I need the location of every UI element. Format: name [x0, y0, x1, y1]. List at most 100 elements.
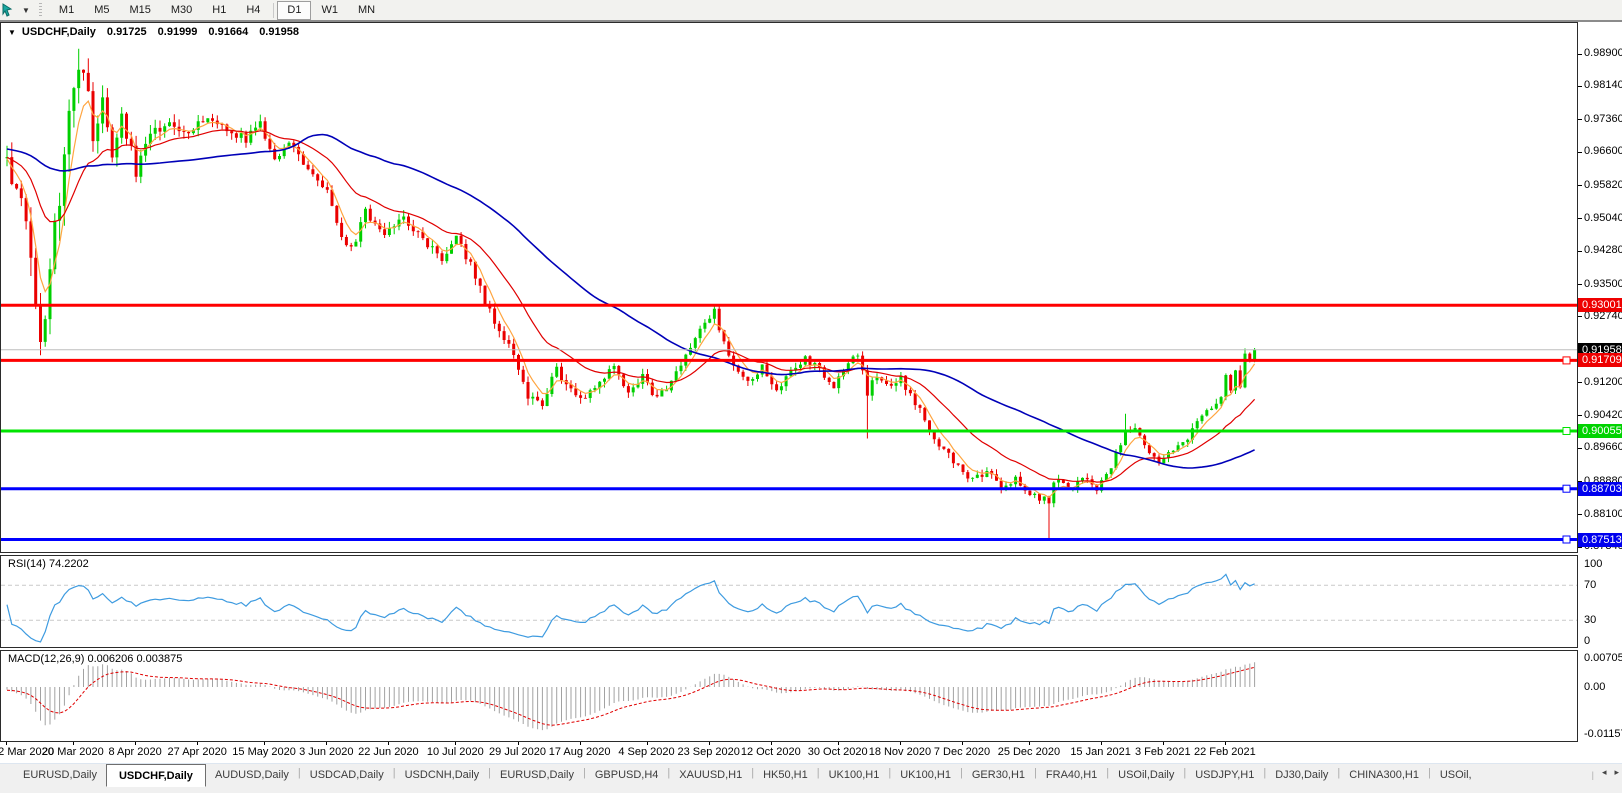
date-tick-mark: [135, 742, 136, 745]
chart-tab-china300-h1[interactable]: CHINA300,H1: [1340, 765, 1428, 785]
chart-tab-fra40-h1[interactable]: FRA40,H1: [1037, 765, 1106, 785]
timeframe-button-D1[interactable]: D1: [277, 1, 311, 20]
timeframe-button-M5[interactable]: M5: [84, 1, 119, 20]
date-label: 22 Jun 2020: [358, 746, 419, 758]
timeframe-button-M30[interactable]: M30: [161, 1, 202, 20]
timeframe-button-H4[interactable]: H4: [236, 1, 270, 20]
chart-ohlc-title: ▼ USDCHF,Daily 0.91725 0.91999 0.91664 0…: [8, 26, 299, 38]
macd-level-label--0.011573: -0.011573: [1584, 728, 1622, 741]
timeframe-buttons: M1M5M15M30H1H4 D1W1MN: [49, 1, 385, 20]
date-tick-mark: [6, 742, 7, 745]
price-tick-mark: [1578, 547, 1582, 548]
collapse-triangle-icon[interactable]: ▼: [8, 28, 16, 37]
chart-tab-dj30-daily[interactable]: DJ30,Daily: [1266, 765, 1337, 785]
line-handle[interactable]: [1563, 485, 1570, 492]
symbol-period-label: USDCHF,Daily: [22, 26, 96, 38]
chart-tab-usdcad-daily[interactable]: USDCAD,Daily: [301, 765, 393, 785]
date-tick-mark: [1101, 742, 1102, 745]
down-candle-bodies: [10, 70, 1251, 504]
price-marker-0.90055: 0.90055: [1578, 424, 1622, 438]
date-tick-mark: [326, 742, 327, 745]
moving-average-ema5[interactable]: [7, 101, 1255, 497]
date-label: 3 Jun 2020: [299, 746, 353, 758]
tab-scroll-right-icon[interactable]: ▸: [1614, 767, 1619, 780]
price-tick-label: 0.98140: [1584, 79, 1622, 92]
price-tick-label: 0.89660: [1584, 441, 1622, 454]
tab-divider: |: [1592, 770, 1594, 780]
date-tick-mark: [264, 742, 265, 745]
date-label: 7 Dec 2020: [934, 746, 990, 758]
date-tick-mark: [580, 742, 581, 745]
macd-label: MACD(12,26,9) 0.006206 0.003875: [8, 653, 182, 665]
date-label: 20 Mar 2020: [42, 746, 104, 758]
price-chart-panel[interactable]: [0, 22, 1578, 553]
close-value: 0.91958: [259, 26, 299, 38]
chart-tab-usoil-daily[interactable]: USOil,Daily: [1109, 765, 1183, 785]
timeframe-button-MN[interactable]: MN: [348, 1, 385, 20]
price-tick-label: 0.93500: [1584, 278, 1622, 291]
price-tick-label: 0.98900: [1584, 47, 1622, 60]
macd-plot: [1, 651, 1577, 741]
price-tick-mark: [1578, 185, 1582, 186]
rsi-level-label-0: 0: [1584, 635, 1590, 648]
high-value: 0.91999: [158, 26, 198, 38]
rsi-plot: [1, 556, 1577, 647]
down-candle-wicks: [12, 58, 1250, 539]
macd-level-label-0.00: 0.00: [1584, 681, 1605, 694]
rsi-indicator-panel[interactable]: RSI(14) 74.2202: [0, 555, 1578, 648]
price-tick-mark: [1578, 152, 1582, 153]
timeframe-button-H1[interactable]: H1: [202, 1, 236, 20]
date-tick-mark: [197, 742, 198, 745]
chart-tab-eurusd-daily[interactable]: EURUSD,Daily: [14, 765, 106, 785]
chart-tab-audusd-daily[interactable]: AUDUSD,Daily: [206, 765, 298, 785]
tab-scroll-left-icon[interactable]: ◂: [1602, 767, 1607, 780]
macd-level-label-0.007053: 0.007053: [1584, 652, 1622, 665]
chart-tab-usdcnh-daily[interactable]: USDCNH,Daily: [396, 765, 489, 785]
up-candle-bodies: [6, 70, 1257, 504]
chart-tab-usoil-[interactable]: USOil,: [1431, 765, 1481, 785]
price-marker-0.93001: 0.93001: [1578, 298, 1622, 312]
timeframe-button-M15[interactable]: M15: [119, 1, 160, 20]
chart-tab-usdchf-daily[interactable]: USDCHF,Daily: [106, 764, 206, 787]
date-label: 29 Jul 2020: [489, 746, 546, 758]
macd-signal-line: [7, 667, 1255, 725]
chart-tab-usdjpy-h1[interactable]: USDJPY,H1: [1186, 765, 1263, 785]
chart-tab-uk100-h1[interactable]: UK100,H1: [820, 765, 889, 785]
line-handle[interactable]: [1563, 428, 1570, 435]
price-tick-mark: [1578, 251, 1582, 252]
line-handle[interactable]: [1563, 536, 1570, 543]
candlestick-chart: [1, 23, 1577, 552]
timeframe-button-W1[interactable]: W1: [311, 1, 348, 20]
line-handle[interactable]: [1563, 357, 1570, 364]
rsi-level-label-70: 70: [1584, 579, 1596, 592]
rsi-line: [7, 574, 1255, 642]
chart-tab-xauusd-h1[interactable]: XAUUSD,H1: [670, 765, 751, 785]
chart-tab-uk100-h1[interactable]: UK100,H1: [891, 765, 960, 785]
date-tick-mark: [1029, 742, 1030, 745]
chart-cursor-icon[interactable]: ▼: [2, 3, 35, 17]
moving-average-sma55[interactable]: [7, 135, 1255, 469]
timeframe-button-M1[interactable]: M1: [49, 1, 84, 20]
open-value: 0.91725: [107, 26, 147, 38]
tab-scroll-arrows: | ◂ ▸: [1592, 767, 1619, 780]
chart-tab-hk50-h1[interactable]: HK50,H1: [754, 765, 817, 785]
chart-tab-gbpusd-h4[interactable]: GBPUSD,H4: [586, 765, 668, 785]
date-tick-mark: [518, 742, 519, 745]
date-label: 4 Sep 2020: [618, 746, 674, 758]
chart-tab-eurusd-daily[interactable]: EURUSD,Daily: [491, 765, 583, 785]
chart-tab-ger30-h1[interactable]: GER30,H1: [963, 765, 1034, 785]
toolbar-separator: [273, 3, 274, 18]
date-label: 27 Apr 2020: [168, 746, 227, 758]
date-tick-mark: [647, 742, 648, 745]
price-tick-label: 0.97360: [1584, 113, 1622, 126]
macd-histogram: [7, 662, 1255, 730]
price-tick-mark: [1578, 382, 1582, 383]
price-tick-mark: [1578, 415, 1582, 416]
date-label: 18 Nov 2020: [869, 746, 931, 758]
dropdown-caret-icon[interactable]: ▼: [22, 6, 30, 15]
price-tick-mark: [1578, 284, 1582, 285]
date-label: 23 Sep 2020: [677, 746, 739, 758]
price-tick-label: 0.95820: [1584, 179, 1622, 192]
price-tick-label: 0.88100: [1584, 508, 1622, 521]
macd-indicator-panel[interactable]: MACD(12,26,9) 0.006206 0.003875: [0, 650, 1578, 742]
